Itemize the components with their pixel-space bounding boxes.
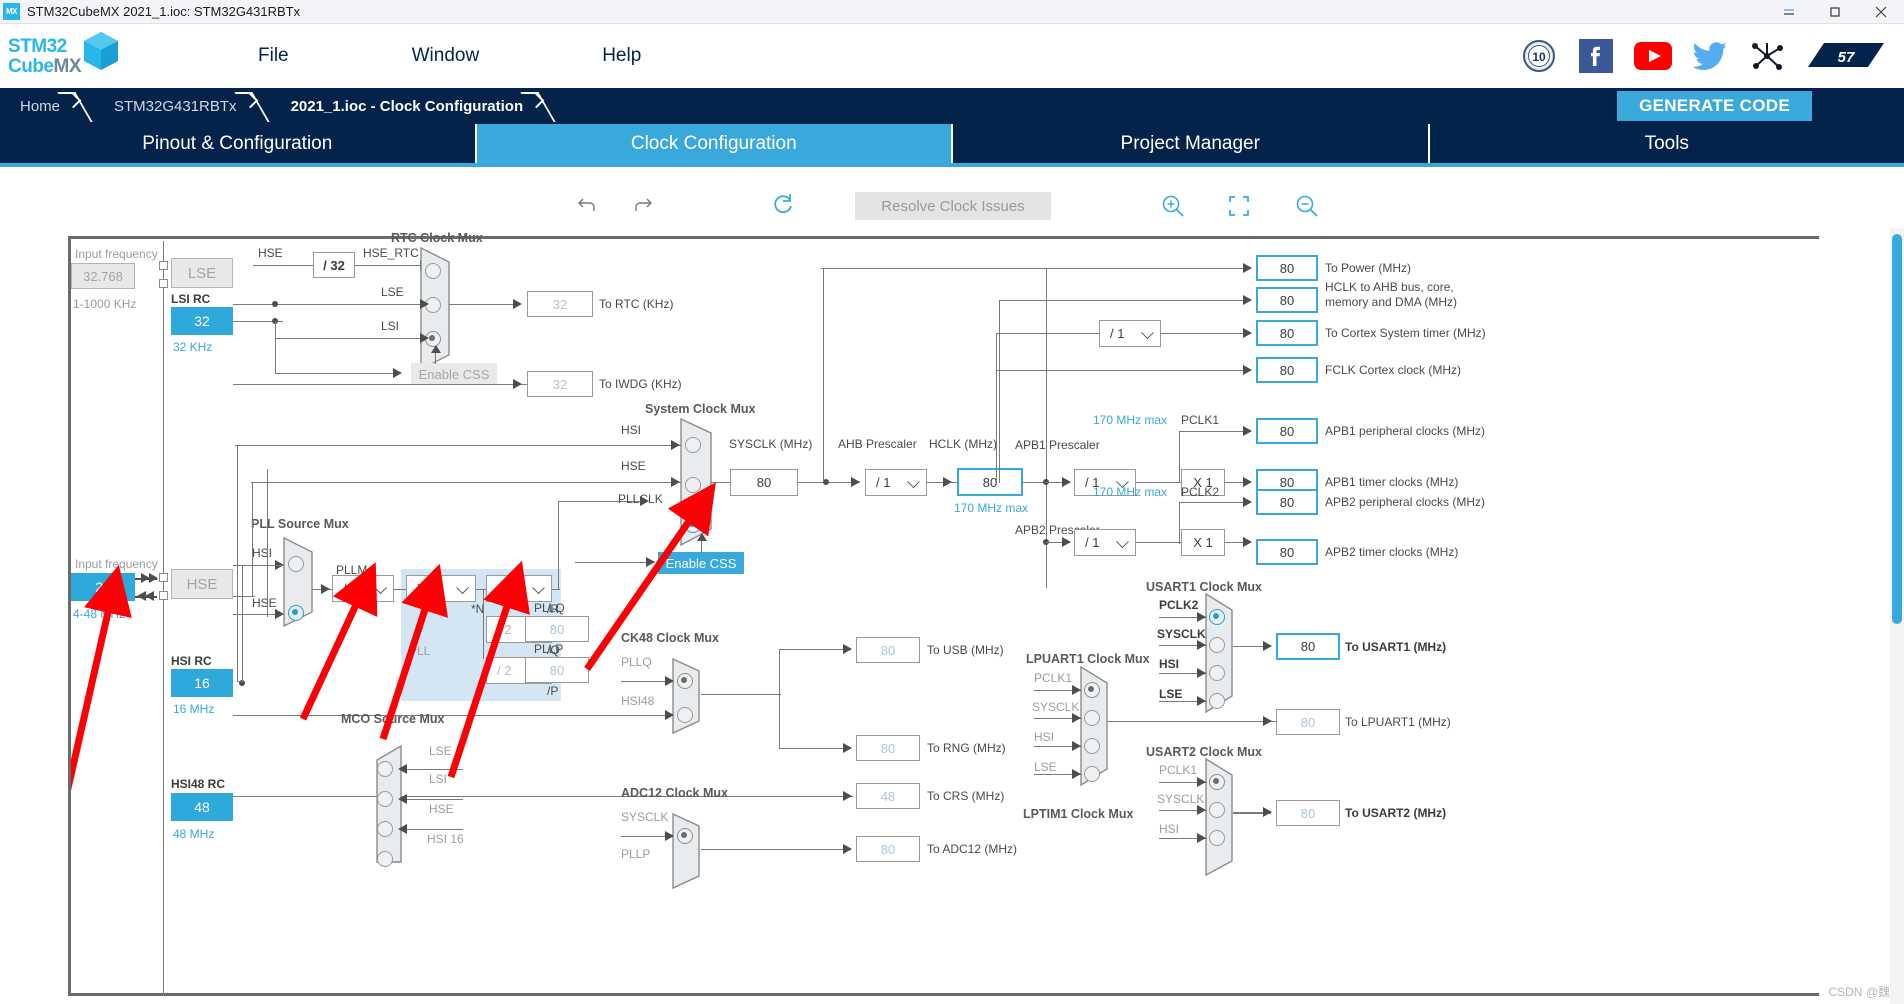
annotation-arrow-overlay xyxy=(71,482,716,791)
breadcrumb-chevron-icon xyxy=(523,88,557,124)
svg-text:10: 10 xyxy=(1532,50,1546,64)
breadcrumb-current[interactable]: 2021_1.ioc - Clock Configuration xyxy=(271,88,524,124)
logo-line2-tail: MX xyxy=(53,56,82,77)
social-links: 10 57 xyxy=(1519,36,1888,76)
cube-icon xyxy=(81,30,121,72)
menu-help[interactable]: Help xyxy=(602,45,641,67)
clock-tree-diagram[interactable]: Input frequency 32.768 1-1000 KHz LSE LS… xyxy=(68,231,1819,996)
scrollbar-thumb[interactable] xyxy=(1892,234,1902,624)
tab-project-manager[interactable]: Project Manager xyxy=(953,124,1430,163)
menu-items: File Window Help xyxy=(258,45,764,67)
app-icon: MX xyxy=(3,3,20,20)
undo-icon[interactable] xyxy=(576,194,598,216)
network-icon[interactable] xyxy=(1747,36,1787,76)
clock-diagram-canvas[interactable]: Input frequency 32.768 1-1000 KHz LSE LS… xyxy=(0,228,1904,1004)
resolve-clock-issues-button[interactable]: Resolve Clock Issues xyxy=(855,192,1051,220)
cubemx-logo: STM32 CubeMX xyxy=(8,30,118,82)
menu-bar: STM32 CubeMX File Window Help 10 57 xyxy=(0,24,1904,88)
close-button[interactable] xyxy=(1858,0,1904,24)
youtube-icon[interactable] xyxy=(1633,36,1673,76)
zoom-out-icon[interactable] xyxy=(1294,193,1320,219)
window-title: STM32CubeMX 2021_1.ioc: STM32G431RBTx xyxy=(27,4,301,19)
window-title-bar: MX STM32CubeMX 2021_1.ioc: STM32G431RBTx xyxy=(0,0,1904,24)
generate-code-button[interactable]: GENERATE CODE xyxy=(1617,91,1812,121)
facebook-icon[interactable] xyxy=(1576,36,1616,76)
breadcrumb-device[interactable]: STM32G431RBTx xyxy=(94,88,237,124)
svg-text:57: 57 xyxy=(1838,49,1855,66)
twitter-icon[interactable] xyxy=(1690,36,1730,76)
window-controls xyxy=(1766,0,1904,24)
logo-line1: STM32 xyxy=(8,36,67,57)
main-tabs: Pinout & Configuration Clock Configurati… xyxy=(0,124,1904,163)
tab-clock-configuration[interactable]: Clock Configuration xyxy=(476,124,953,163)
logo-line2: Cube xyxy=(8,56,54,77)
breadcrumb: Home STM32G431RBTx 2021_1.ioc - Clock Co… xyxy=(0,88,1904,124)
reset-icon[interactable] xyxy=(770,192,796,218)
maximize-button[interactable] xyxy=(1812,0,1858,24)
breadcrumb-home[interactable]: Home xyxy=(0,88,60,124)
minimize-button[interactable] xyxy=(1766,0,1812,24)
tab-tools[interactable]: Tools xyxy=(1430,124,1904,163)
menu-file[interactable]: File xyxy=(258,45,289,67)
10-years-badge-icon[interactable]: 10 xyxy=(1519,36,1559,76)
breadcrumb-chevron-icon xyxy=(237,88,271,124)
redo-icon[interactable] xyxy=(632,194,654,216)
vertical-scrollbar[interactable] xyxy=(1890,228,1904,1004)
breadcrumb-chevron-icon xyxy=(60,88,94,124)
zoom-in-icon[interactable] xyxy=(1160,193,1186,219)
menu-window[interactable]: Window xyxy=(412,45,480,67)
st-logo-icon[interactable]: 57 xyxy=(1804,36,1888,76)
fit-to-screen-icon[interactable] xyxy=(1228,195,1250,217)
watermark-text: CSDN @魏 xyxy=(1828,985,1890,999)
tab-pinout-configuration[interactable]: Pinout & Configuration xyxy=(0,124,477,163)
